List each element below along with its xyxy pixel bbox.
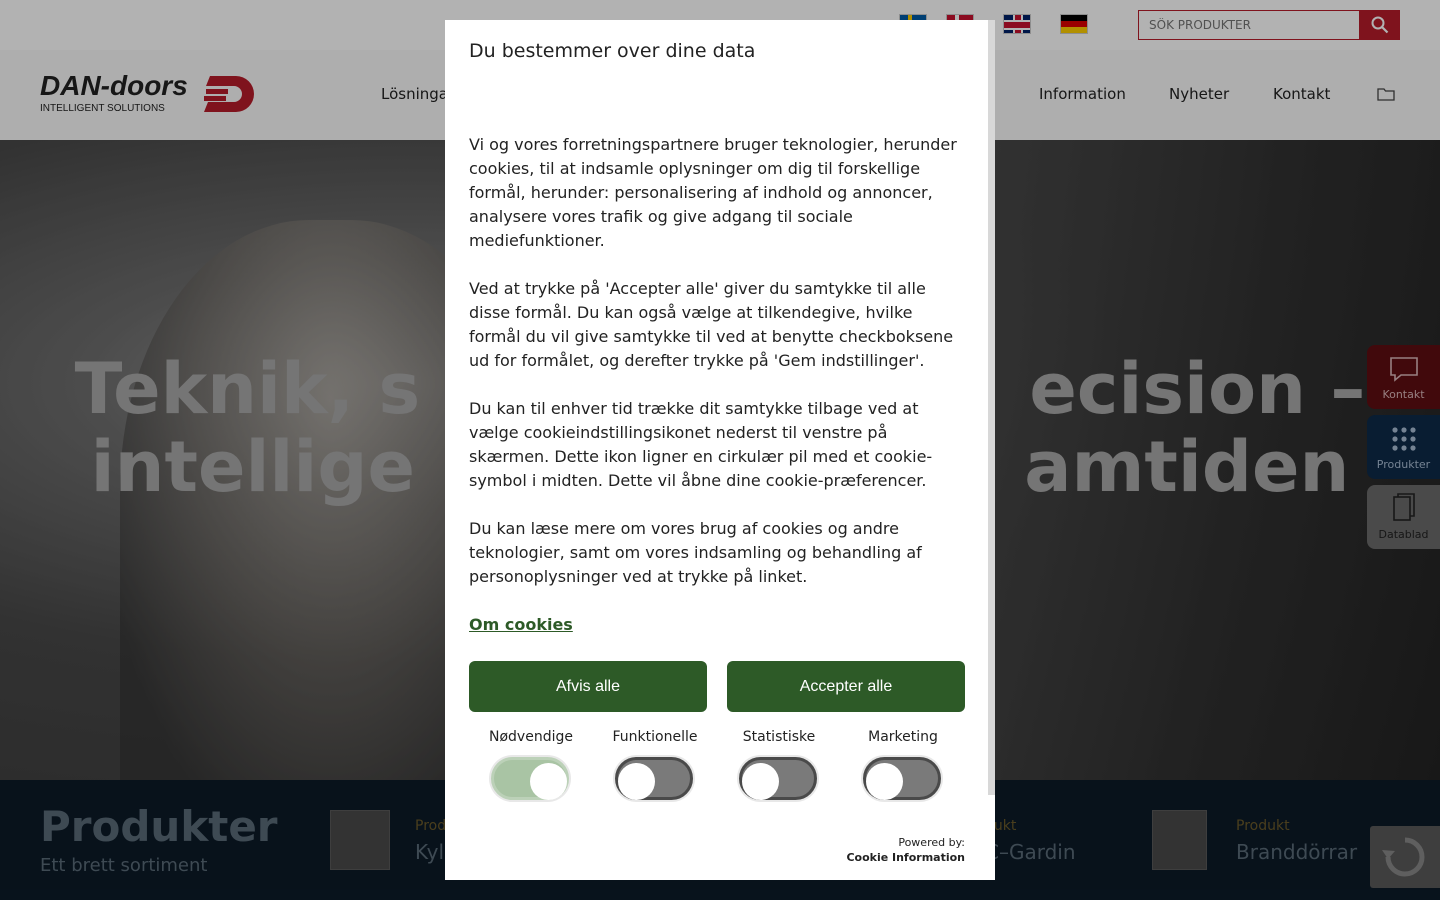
cookie-paragraph: Du kan læse mere om vores brug af cookie… xyxy=(469,519,922,586)
toggle-knob xyxy=(866,763,903,800)
logo-text[interactable]: DAN-doors xyxy=(40,70,188,102)
product-kicker: Prod xyxy=(415,818,447,834)
toggle-knob xyxy=(742,763,779,800)
consent-label-statistics: Statistiske xyxy=(742,729,816,745)
dialog-scrollbar[interactable] xyxy=(988,20,995,795)
recaptcha-icon xyxy=(1382,837,1425,877)
cookie-paragraph: Du kan til enhver tid trække dit samtykk… xyxy=(469,399,933,490)
logo-mark-icon[interactable] xyxy=(202,72,260,116)
document-icon xyxy=(1392,493,1415,521)
nav-nyheter[interactable]: Nyheter xyxy=(1169,85,1229,103)
product-kicker: Produkt xyxy=(1236,818,1290,834)
provider-name[interactable]: Cookie Information xyxy=(846,850,965,865)
side-datablad-button[interactable]: Datablad xyxy=(1367,485,1440,549)
accept-all-button[interactable]: Accepter alle xyxy=(727,661,965,712)
product-name: C–Gardin xyxy=(985,840,1076,864)
cookie-dialog-title: Du bestemmer over dine data xyxy=(469,40,756,62)
toggle-statistics[interactable] xyxy=(737,755,819,802)
powered-by-label: Powered by: xyxy=(898,836,965,849)
nav-kontakt[interactable]: Kontakt xyxy=(1273,85,1330,103)
products-strip-title: Produkter xyxy=(40,802,278,851)
cookie-dialog-body: Vi og vores forretningspartnere bruger t… xyxy=(469,133,969,613)
product-name: Branddörrar xyxy=(1236,840,1358,864)
side-kontakt-button[interactable]: Kontakt xyxy=(1367,345,1440,409)
search-icon xyxy=(1371,16,1388,34)
products-strip-subtitle: Ett brett sortiment xyxy=(40,855,208,876)
search-input[interactable] xyxy=(1138,10,1360,40)
side-produkter-button[interactable]: Produkter xyxy=(1367,415,1440,479)
consent-label-marketing: Marketing xyxy=(868,729,938,745)
consent-label-necessary: Nødvendige xyxy=(489,729,573,745)
logo-subtitle: INTELLIGENT SOLUTIONS xyxy=(40,103,165,114)
product-thumbnail xyxy=(1152,810,1207,870)
side-datablad-label: Datablad xyxy=(1378,528,1429,541)
chat-icon xyxy=(1389,357,1418,382)
product-thumbnail xyxy=(330,810,390,870)
toggle-knob xyxy=(618,763,655,800)
uk-flag-icon[interactable] xyxy=(1003,14,1031,34)
about-cookies-link[interactable]: Om cookies xyxy=(469,615,573,634)
cookie-paragraph: Vi og vores forretningspartnere bruger t… xyxy=(469,135,957,250)
toggle-necessary[interactable] xyxy=(489,755,571,802)
cookie-paragraph: Ved at trykke på 'Accepter alle' giver d… xyxy=(469,279,954,370)
nav-information[interactable]: Information xyxy=(1039,85,1126,103)
powered-by: Powered by: Cookie Information xyxy=(846,835,965,865)
consent-label-functional: Funktionelle xyxy=(612,729,698,745)
german-flag-icon[interactable] xyxy=(1060,14,1088,34)
cookie-consent-dialog: Du bestemmer over dine data Vi og vores … xyxy=(445,20,995,880)
folder-icon[interactable] xyxy=(1377,87,1395,101)
toggle-functional[interactable] xyxy=(613,755,695,802)
side-kontakt-label: Kontakt xyxy=(1382,388,1425,401)
reject-all-button[interactable]: Afvis alle xyxy=(469,661,707,712)
grid-icon xyxy=(1391,427,1416,451)
toggle-marketing[interactable] xyxy=(861,755,943,802)
nav-losningar[interactable]: Lösninga xyxy=(381,85,448,103)
recaptcha-badge[interactable] xyxy=(1370,826,1440,888)
search-button[interactable] xyxy=(1359,10,1400,40)
toggle-knob xyxy=(530,763,567,800)
side-produkter-label: Produkter xyxy=(1376,458,1431,471)
product-name: Kyl xyxy=(415,840,445,864)
